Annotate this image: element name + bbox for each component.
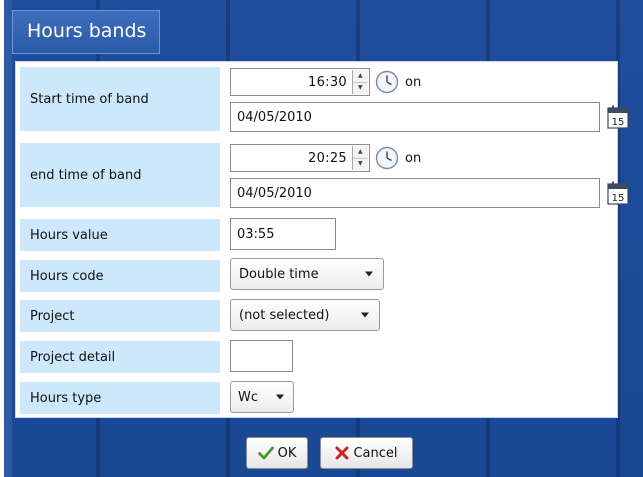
project-label: Project	[20, 300, 220, 332]
cancel-button-label: Cancel	[353, 445, 398, 461]
chevron-down-icon	[361, 312, 369, 318]
dialog-title: Hours bands	[27, 20, 147, 42]
hours-code-dropdown[interactable]: Double time	[230, 258, 384, 290]
calendar-day-text: 15	[612, 193, 625, 204]
spinner-down-icon[interactable]: ▼	[353, 83, 368, 95]
calendar-icon[interactable]: 15	[607, 181, 629, 205]
start-time-label: Start time of band	[20, 67, 220, 131]
end-on-label: on	[405, 151, 422, 166]
spinner-up-icon[interactable]: ▲	[353, 70, 368, 83]
cancel-button[interactable]: Cancel	[320, 437, 413, 469]
spinner-down-icon[interactable]: ▼	[353, 159, 368, 171]
hours-type-selected: Wc	[238, 389, 259, 405]
spinner-up-icon[interactable]: ▲	[353, 146, 368, 159]
ok-button-label: OK	[277, 445, 297, 461]
hours-type-dropdown[interactable]: Wc	[230, 381, 294, 413]
project-detail-label: Project detail	[20, 341, 220, 373]
start-time-input[interactable]: 16:30 ▲ ▼	[230, 68, 370, 96]
project-dropdown[interactable]: (not selected)	[230, 299, 380, 331]
hours-value-text: 03:55	[237, 226, 275, 242]
project-detail-input[interactable]	[230, 340, 293, 372]
chevron-down-icon	[365, 271, 373, 277]
hours-code-label: Hours code	[20, 260, 220, 292]
hours-code-selected: Double time	[239, 266, 319, 282]
chevron-down-icon	[276, 394, 284, 400]
end-date-value: 04/05/2010	[237, 185, 312, 201]
end-date-input[interactable]: 04/05/2010	[230, 178, 600, 208]
calendar-day-text: 15	[612, 117, 625, 128]
end-time-spinner[interactable]: ▲ ▼	[352, 146, 368, 170]
start-date-value: 04/05/2010	[237, 109, 312, 125]
clock-icon[interactable]	[375, 146, 399, 170]
hours-value-input[interactable]: 03:55	[230, 218, 336, 250]
end-time-input[interactable]: 20:25 ▲ ▼	[230, 144, 370, 172]
start-date-input[interactable]: 04/05/2010	[230, 102, 600, 132]
hours-value-label: Hours value	[20, 219, 220, 251]
project-selected: (not selected)	[239, 307, 330, 323]
clock-icon[interactable]	[375, 70, 399, 94]
dialog-left-edge	[0, 0, 12, 477]
end-time-label: end time of band	[20, 143, 220, 207]
start-time-value: 16:30	[308, 74, 347, 90]
hours-type-label: Hours type	[20, 382, 220, 414]
end-time-value: 20:25	[308, 150, 347, 166]
ok-button[interactable]: OK	[246, 437, 308, 469]
checkmark-icon	[257, 446, 274, 460]
x-icon	[335, 446, 349, 460]
hours-bands-dialog: Hours bands Start time of band 16:30 ▲ ▼…	[0, 0, 643, 477]
start-on-label: on	[405, 75, 422, 90]
start-time-spinner[interactable]: ▲ ▼	[352, 70, 368, 94]
calendar-icon[interactable]: 15	[607, 105, 629, 129]
